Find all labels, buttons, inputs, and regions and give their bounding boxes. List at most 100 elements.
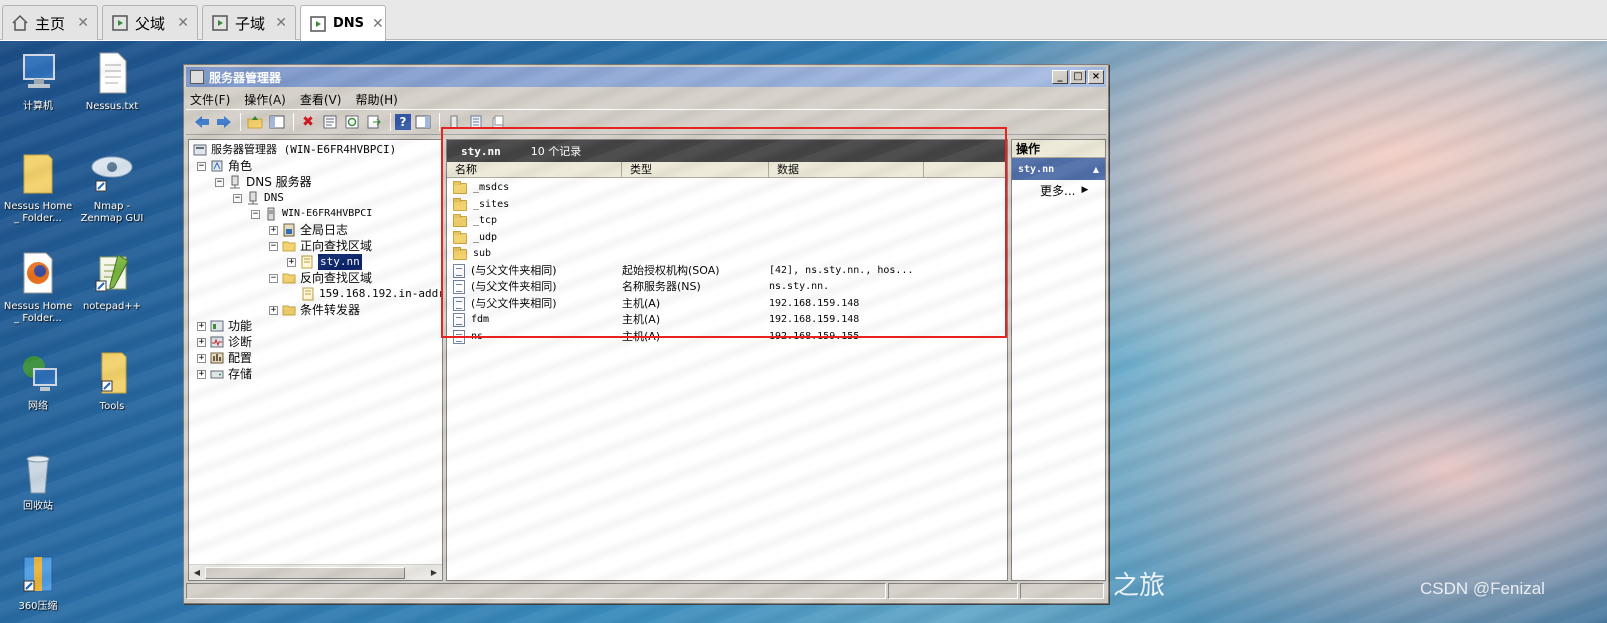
menu-file[interactable]: 文件(F) bbox=[190, 91, 230, 108]
tab-home[interactable]: 主页 ✕ bbox=[2, 5, 98, 40]
tab-parent-domain[interactable]: 父域 ✕ bbox=[102, 5, 198, 40]
scroll-right-icon[interactable]: ▶ bbox=[428, 567, 440, 579]
desktop-icon-nessus-txt[interactable]: Nessus.txt bbox=[74, 49, 150, 113]
tree-node-global-log[interactable]: + 全局日志 bbox=[269, 222, 348, 238]
up-folder-button[interactable] bbox=[245, 112, 265, 132]
forward-button[interactable] bbox=[214, 112, 234, 132]
expand-icon[interactable]: + bbox=[269, 305, 278, 315]
tree-node-roles[interactable]: − 角色 bbox=[197, 158, 252, 174]
desktop-icon-label: notepad++ bbox=[82, 301, 142, 312]
zenmap-icon bbox=[88, 149, 136, 197]
tree-node-server-manager[interactable]: 服务器管理器 (WIN-E6FR4HVBPCI) bbox=[193, 142, 396, 158]
export-list-button[interactable] bbox=[364, 112, 384, 132]
desktop-icon-360zip[interactable]: 360压缩 bbox=[0, 549, 76, 613]
tab-dns-label: DNS bbox=[333, 16, 365, 31]
dns-icon bbox=[246, 191, 260, 205]
roles-icon bbox=[210, 159, 224, 173]
menu-help[interactable]: 帮助(H) bbox=[355, 91, 397, 108]
tab-dns[interactable]: DNS ✕ bbox=[300, 5, 386, 41]
collapse-icon[interactable]: − bbox=[269, 241, 278, 251]
scroll-thumb[interactable] bbox=[205, 567, 405, 579]
tree-node-label: 诊断 bbox=[228, 335, 253, 349]
dns-server-icon bbox=[228, 175, 242, 189]
tree-node-label: 条件转发器 bbox=[300, 303, 361, 317]
desktop-icon-network[interactable]: 网络 bbox=[0, 349, 76, 413]
tree-horizontal-scrollbar[interactable]: ◀ ▶ bbox=[189, 564, 442, 580]
status-bar-panel bbox=[1020, 583, 1104, 599]
tab-child-domain-close-icon[interactable]: ✕ bbox=[275, 15, 287, 31]
tab-home-close-icon[interactable]: ✕ bbox=[77, 15, 89, 31]
desktop-icon-computer[interactable]: 计算机 bbox=[0, 49, 76, 113]
tree-node-configuration[interactable]: + 配置 bbox=[197, 350, 252, 366]
expand-icon[interactable]: + bbox=[197, 321, 206, 331]
tab-parent-domain-close-icon[interactable]: ✕ bbox=[177, 15, 189, 31]
collapse-up-icon[interactable]: ▲ bbox=[1093, 165, 1099, 174]
collapse-icon[interactable]: − bbox=[269, 273, 278, 283]
show-hide-tree-button[interactable] bbox=[267, 112, 287, 132]
tree-node-label: sty.nn bbox=[318, 254, 362, 270]
tab-child-domain[interactable]: 子域 ✕ bbox=[202, 5, 296, 40]
tree-node-storage[interactable]: + 存储 bbox=[197, 366, 252, 382]
help-button[interactable]: ? bbox=[395, 114, 411, 130]
properties-button[interactable] bbox=[320, 112, 340, 132]
more-actions[interactable]: 更多... ▶ bbox=[1012, 180, 1105, 200]
recycle-bin-icon bbox=[14, 449, 62, 497]
desktop-icon-zenmap[interactable]: Nmap - Zenmap GUI bbox=[74, 149, 150, 225]
minimize-button[interactable]: _ bbox=[1052, 70, 1068, 84]
actions-zone-label: sty.nn bbox=[1018, 163, 1055, 175]
tree-node-label: WIN-E6FR4HVBPCI bbox=[282, 208, 373, 219]
desktop-icon-tools[interactable]: Tools bbox=[74, 349, 150, 413]
maximize-button[interactable]: □ bbox=[1070, 70, 1086, 84]
collapse-icon[interactable]: − bbox=[251, 209, 260, 219]
show-hide-action-pane-button[interactable] bbox=[413, 112, 433, 132]
actions-zone-section[interactable]: sty.nn ▲ bbox=[1012, 158, 1105, 180]
tree-node-zone-sty-nn[interactable]: + sty.nn bbox=[287, 254, 362, 270]
expand-icon[interactable]: + bbox=[287, 257, 296, 267]
status-bar bbox=[186, 583, 1106, 601]
status-bar-panel bbox=[186, 583, 886, 599]
home-icon bbox=[11, 14, 29, 32]
tree-node-dns[interactable]: − DNS bbox=[233, 190, 284, 206]
desktop-icon-notepadpp[interactable]: notepad++ bbox=[74, 249, 150, 313]
refresh-button[interactable] bbox=[342, 112, 362, 132]
tree-node-conditional-forwarders[interactable]: + 条件转发器 bbox=[269, 302, 360, 318]
text-file-icon bbox=[88, 49, 136, 97]
scroll-left-icon[interactable]: ◀ bbox=[191, 567, 203, 579]
host-tab-bar: 主页 ✕ 父域 ✕ 子域 ✕ DNS ✕ bbox=[0, 0, 1607, 41]
desktop-icon-recycle-bin[interactable]: 回收站 bbox=[0, 449, 76, 513]
console-tree: 服务器管理器 (WIN-E6FR4HVBPCI) − 角色 − DNS 服务器 … bbox=[188, 139, 443, 581]
tree-node-host[interactable]: − WIN-E6FR4HVBPCI bbox=[251, 206, 372, 222]
desktop-icon-label: Tools bbox=[99, 401, 125, 412]
desktop-icon-label: Nessus Home _ Folder... bbox=[3, 301, 73, 324]
expand-icon[interactable]: + bbox=[197, 353, 206, 363]
diagnostics-icon bbox=[210, 335, 224, 349]
wallpaper-text: 之旅 bbox=[1113, 571, 1166, 601]
storage-icon bbox=[210, 367, 224, 381]
tree-node-reverse-zones[interactable]: − 反向查找区域 bbox=[269, 270, 372, 286]
delete-button[interactable]: ✖ bbox=[298, 112, 318, 132]
menu-view[interactable]: 查看(V) bbox=[300, 91, 342, 108]
tree-node-diagnostics[interactable]: + 诊断 bbox=[197, 334, 252, 350]
collapse-icon[interactable]: − bbox=[197, 161, 206, 171]
expand-icon[interactable]: + bbox=[197, 369, 206, 379]
tree-node-features[interactable]: + 功能 bbox=[197, 318, 252, 334]
window-titlebar[interactable]: 服务器管理器 _ □ × bbox=[186, 67, 1106, 87]
tab-dns-close-icon[interactable]: ✕ bbox=[372, 16, 384, 32]
folder-icon bbox=[282, 239, 296, 253]
desktop-icon-nessus-firefox[interactable]: Nessus Home _ Folder... bbox=[0, 249, 76, 325]
tree-node-dns-server[interactable]: − DNS 服务器 bbox=[215, 174, 312, 190]
expand-icon[interactable]: + bbox=[269, 225, 278, 235]
network-icon bbox=[14, 349, 62, 397]
tree-node-reverse-zone[interactable]: 159.168.192.in-addr. bbox=[301, 286, 442, 302]
desktop-icon-nessus-folder[interactable]: Nessus Home _ Folder... bbox=[0, 149, 76, 225]
server-manager-icon bbox=[193, 143, 207, 157]
menu-action[interactable]: 操作(A) bbox=[244, 91, 286, 108]
expand-icon[interactable]: + bbox=[197, 337, 206, 347]
tree-node-forward-zones[interactable]: − 正向查找区域 bbox=[269, 238, 372, 254]
collapse-icon[interactable]: − bbox=[215, 177, 224, 187]
collapse-icon[interactable]: − bbox=[233, 193, 242, 203]
close-button[interactable]: × bbox=[1088, 70, 1104, 84]
more-actions-label: 更多... bbox=[1040, 183, 1076, 198]
desktop-icon-label: Nessus.txt bbox=[85, 101, 139, 112]
back-button[interactable] bbox=[192, 112, 212, 132]
